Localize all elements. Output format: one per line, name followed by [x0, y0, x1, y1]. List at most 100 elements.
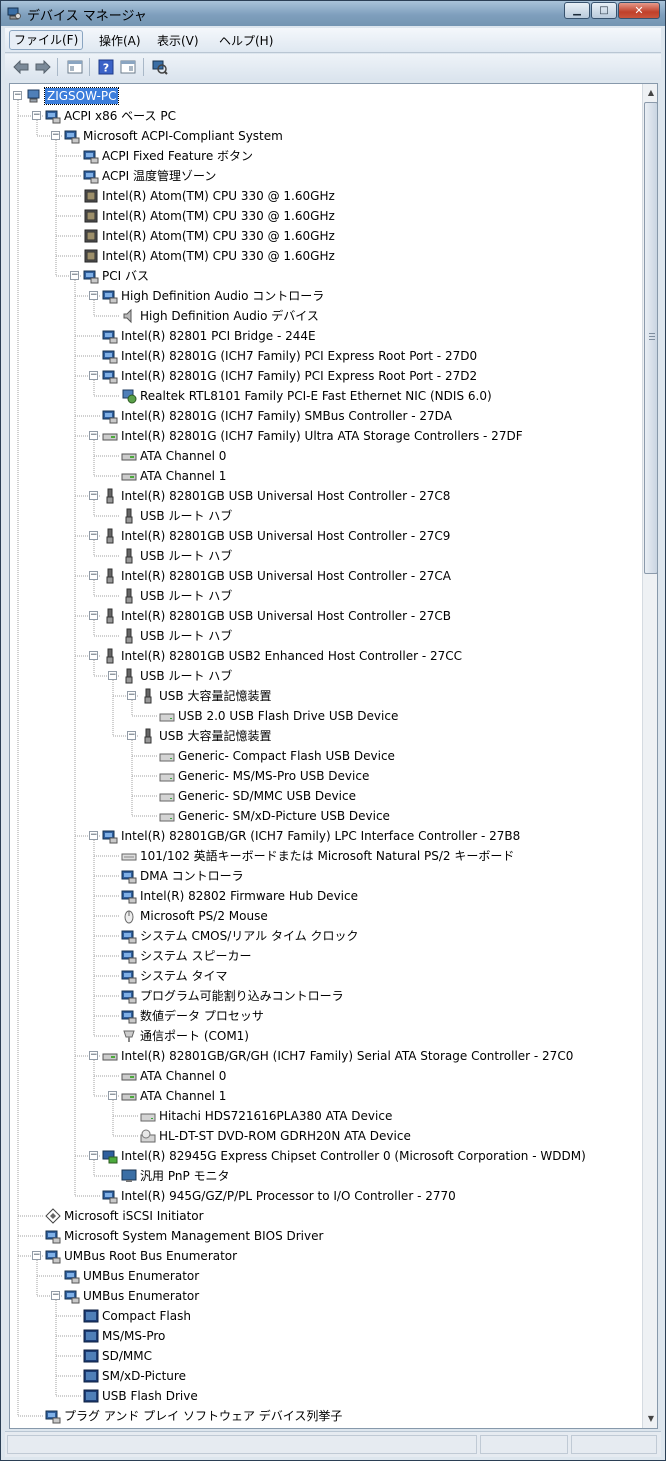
tree-node[interactable]: − Intel(R) 82801GB USB Universal Host Con…	[10, 566, 640, 586]
menu-help[interactable]: ヘルプ(H)	[215, 32, 277, 50]
maximize-button[interactable]: □	[591, 2, 617, 19]
tree-node[interactable]: − Intel(R) 82801GB/GR/GH (ICH7 Family) Se…	[10, 1046, 640, 1066]
tree-node[interactable]: − Intel(R) 82801GB/GR (ICH7 Family) LPC I…	[10, 826, 640, 846]
tree-node[interactable]: ATA Channel 0	[10, 446, 640, 466]
collapse-toggle[interactable]: −	[89, 371, 98, 380]
collapse-toggle[interactable]: −	[32, 1251, 41, 1260]
tree-node[interactable]: ATA Channel 0	[10, 1066, 640, 1086]
tree-node[interactable]: Hitachi HDS721616PLA380 ATA Device	[10, 1106, 640, 1126]
collapse-toggle[interactable]: −	[108, 671, 117, 680]
collapse-toggle[interactable]: −	[89, 431, 98, 440]
collapse-toggle[interactable]: −	[70, 271, 79, 280]
tree-node[interactable]: Generic- SM/xD-Picture USB Device	[10, 806, 640, 826]
tree-node[interactable]: プラグ アンド プレイ ソフトウェア デバイス列挙子	[10, 1406, 640, 1426]
tree-node[interactable]: SD/MMC	[10, 1346, 640, 1366]
tree-node[interactable]: システム スピーカー	[10, 946, 640, 966]
tree-node[interactable]: − ATA Channel 1	[10, 1086, 640, 1106]
tree-node[interactable]: − High Definition Audio コントローラ	[10, 286, 640, 306]
tree-node[interactable]: − PCI バス	[10, 266, 640, 286]
forward-button[interactable]	[33, 57, 53, 77]
tree-node[interactable]: − Intel(R) 82801GB USB Universal Host Con…	[10, 486, 640, 506]
tree-node[interactable]: Intel(R) 82802 Firmware Hub Device	[10, 886, 640, 906]
tree-node[interactable]: − ACPI x86 ベース PC	[10, 106, 640, 126]
tree-node[interactable]: − USB 大容量記憶装置	[10, 686, 640, 706]
tree-node[interactable]: USB ルート ハブ	[10, 546, 640, 566]
tree-node[interactable]: USB 2.0 USB Flash Drive USB Device	[10, 706, 640, 726]
tree-node[interactable]: − USB 大容量記憶装置	[10, 726, 640, 746]
tree-node[interactable]: Generic- Compact Flash USB Device	[10, 746, 640, 766]
tree-node[interactable]: 通信ポート (COM1)	[10, 1026, 640, 1046]
tree-node[interactable]: USB ルート ハブ	[10, 506, 640, 526]
tree-node[interactable]: Microsoft PS/2 Mouse	[10, 906, 640, 926]
tree-node[interactable]: Intel(R) 82801 PCI Bridge - 244E	[10, 326, 640, 346]
tree-node[interactable]: Generic- SD/MMC USB Device	[10, 786, 640, 806]
tree-node[interactable]: Intel(R) Atom(TM) CPU 330 @ 1.60GHz	[10, 186, 640, 206]
tree-node[interactable]: プログラム可能割り込みコントローラ	[10, 986, 640, 1006]
collapse-toggle[interactable]: −	[89, 1151, 98, 1160]
collapse-toggle[interactable]: −	[127, 731, 136, 740]
title-bar[interactable]: デバイス マネージャ ▁ □ ✕	[1, 1, 665, 26]
tree-node[interactable]: USB Flash Drive	[10, 1386, 640, 1406]
tree-node[interactable]: システム CMOS/リアル タイム クロック	[10, 926, 640, 946]
tree-node[interactable]: ACPI Fixed Feature ボタン	[10, 146, 640, 166]
tree-node[interactable]: Compact Flash	[10, 1306, 640, 1326]
tree-node[interactable]: − Intel(R) 82801GB USB Universal Host Con…	[10, 526, 640, 546]
collapse-toggle[interactable]: −	[13, 91, 22, 100]
tree-node[interactable]: 101/102 英語キーボードまたは Microsoft Natural PS/…	[10, 846, 640, 866]
tree-node[interactable]: SM/xD-Picture	[10, 1366, 640, 1386]
tree-node[interactable]: − Intel(R) 82801GB USB2 Enhanced Host Con…	[10, 646, 640, 666]
tree-node[interactable]: Intel(R) Atom(TM) CPU 330 @ 1.60GHz	[10, 206, 640, 226]
tree-node[interactable]: ACPI 温度管理ゾーン	[10, 166, 640, 186]
tree-node[interactable]: Intel(R) 82801G (ICH7 Family) SMBus Cont…	[10, 406, 640, 426]
tree-node[interactable]: DMA コントローラ	[10, 866, 640, 886]
tree-node[interactable]: − ZIGSOW-PC	[10, 86, 640, 106]
tree-node[interactable]: Intel(R) 82801G (ICH7 Family) PCI Expres…	[10, 346, 640, 366]
help-button[interactable]: ?	[96, 57, 116, 77]
tree-node[interactable]: Intel(R) 945G/GZ/P/PL Processor to I/O C…	[10, 1186, 640, 1206]
tree-node[interactable]: − Intel(R) 82945G Express Chipset Control…	[10, 1146, 640, 1166]
properties-button[interactable]	[65, 57, 85, 77]
back-button[interactable]	[11, 57, 31, 77]
tree-node[interactable]: USB ルート ハブ	[10, 586, 640, 606]
collapse-toggle[interactable]: −	[108, 1091, 117, 1100]
tree-node[interactable]: ATA Channel 1	[10, 466, 640, 486]
tree-node[interactable]: Generic- MS/MS-Pro USB Device	[10, 766, 640, 786]
menu-action[interactable]: 操作(A)	[95, 32, 145, 50]
tree-node[interactable]: Microsoft iSCSI Initiator	[10, 1206, 640, 1226]
view-button[interactable]	[118, 57, 138, 77]
tree-node[interactable]: − Intel(R) 82801GB USB Universal Host Con…	[10, 606, 640, 626]
tree-node[interactable]: 汎用 PnP モニタ	[10, 1166, 640, 1186]
tree-node[interactable]: Realtek RTL8101 Family PCI-E Fast Ethern…	[10, 386, 640, 406]
collapse-toggle[interactable]: −	[127, 691, 136, 700]
collapse-toggle[interactable]: −	[89, 651, 98, 660]
tree-node[interactable]: − Intel(R) 82801G (ICH7 Family) PCI Expre…	[10, 366, 640, 386]
collapse-toggle[interactable]: −	[89, 571, 98, 580]
device-tree[interactable]: − ZIGSOW-PC − ACPI x86 ベース PC − Microsoft ACP…	[9, 83, 658, 1429]
tree-node[interactable]: Intel(R) Atom(TM) CPU 330 @ 1.60GHz	[10, 246, 640, 266]
vertical-scrollbar[interactable]: ▲ ▼	[642, 84, 657, 1428]
tree-node[interactable]: システム タイマ	[10, 966, 640, 986]
close-button[interactable]: ✕	[618, 2, 660, 19]
scroll-down-arrow[interactable]: ▼	[645, 1412, 657, 1426]
collapse-toggle[interactable]: −	[89, 291, 98, 300]
scan-button[interactable]	[150, 57, 170, 77]
menu-file[interactable]: ファイル(F)	[9, 30, 84, 50]
collapse-toggle[interactable]: −	[89, 611, 98, 620]
collapse-toggle[interactable]: −	[89, 831, 98, 840]
tree-node[interactable]: − Intel(R) 82801G (ICH7 Family) Ultra ATA…	[10, 426, 640, 446]
tree-node[interactable]: MS/MS-Pro	[10, 1326, 640, 1346]
tree-node[interactable]: − UMBus Root Bus Enumerator	[10, 1246, 640, 1266]
scroll-up-arrow[interactable]: ▲	[645, 86, 657, 100]
collapse-toggle[interactable]: −	[51, 131, 60, 140]
collapse-toggle[interactable]: −	[89, 1051, 98, 1060]
collapse-toggle[interactable]: −	[89, 531, 98, 540]
tree-node[interactable]: USB ルート ハブ	[10, 626, 640, 646]
tree-node[interactable]: High Definition Audio デバイス	[10, 306, 640, 326]
scroll-thumb[interactable]	[644, 102, 657, 574]
minimize-button[interactable]: ▁	[564, 2, 590, 19]
tree-node[interactable]: 数値データ プロセッサ	[10, 1006, 640, 1026]
tree-node[interactable]: − USB ルート ハブ	[10, 666, 640, 686]
tree-node[interactable]: Microsoft System Management BIOS Driver	[10, 1226, 640, 1246]
tree-node[interactable]: − UMBus Enumerator	[10, 1286, 640, 1306]
tree-node[interactable]: Intel(R) Atom(TM) CPU 330 @ 1.60GHz	[10, 226, 640, 246]
